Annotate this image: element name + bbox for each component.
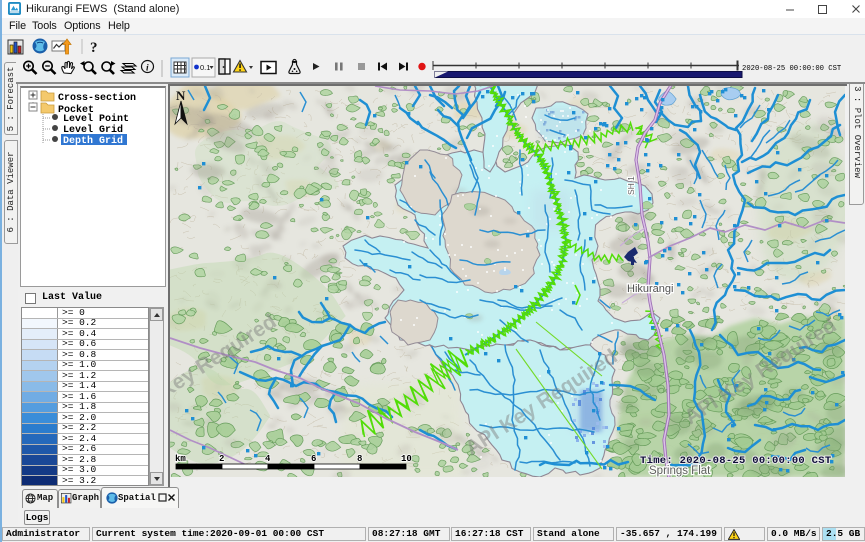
svg-text:Cross-section: Cross-section	[58, 92, 136, 104]
svg-text:Time: 2020-08-25 00:00:00 CST: Time: 2020-08-25 00:00:00 CST	[640, 455, 831, 467]
svg-text:km: km	[175, 454, 186, 464]
svg-text:4: 4	[265, 454, 271, 464]
svg-text:Level Point: Level Point	[63, 113, 129, 125]
svg-text:Depth Grid: Depth Grid	[63, 135, 123, 147]
svg-text:10: 10	[401, 454, 412, 464]
svg-text:?: ?	[90, 40, 98, 56]
svg-text:0.1: 0.1	[200, 63, 210, 72]
svg-text:Hikurangi: Hikurangi	[627, 283, 673, 295]
svg-text:8: 8	[357, 454, 362, 464]
svg-text:N: N	[176, 88, 186, 103]
svg-text:2020-08-25 00:00:00 CST: 2020-08-25 00:00:00 CST	[742, 65, 842, 73]
svg-text:6: 6	[311, 454, 316, 464]
svg-text:SH 1: SH 1	[626, 176, 636, 195]
svg-text:i: i	[146, 64, 149, 74]
svg-text:2: 2	[219, 454, 224, 464]
